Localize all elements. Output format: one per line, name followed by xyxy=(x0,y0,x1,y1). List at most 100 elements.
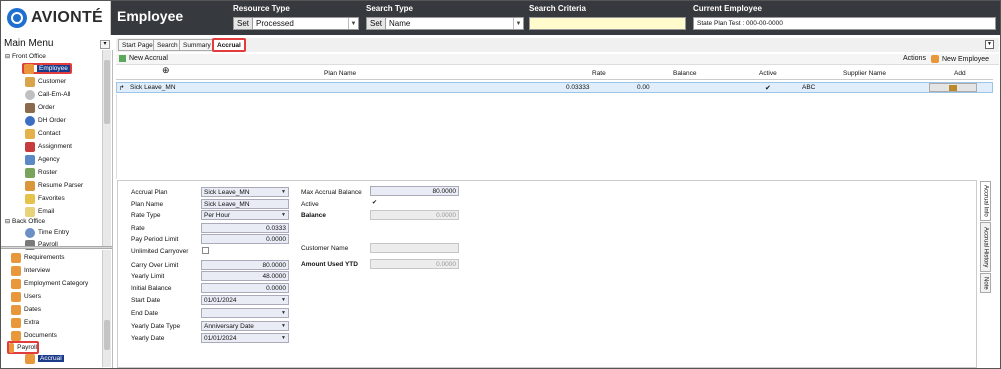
max-accrual-balance-field[interactable]: 80.0000 xyxy=(370,186,459,196)
scrollbar-thumb[interactable] xyxy=(104,320,110,350)
chevron-down-icon[interactable]: ▼ xyxy=(513,18,523,29)
yearly-limit-label: Yearly Limit xyxy=(131,273,165,280)
rate-label: Rate xyxy=(131,225,145,232)
sidebar-item-interview[interactable]: Interview xyxy=(11,265,50,276)
sidebar-item-dates[interactable]: Dates xyxy=(11,304,41,315)
pay-period-limit-field[interactable]: 0.0000 xyxy=(201,234,289,244)
yearly-date-label: Yearly Date xyxy=(131,335,165,342)
scrollbar-thumb[interactable] xyxy=(104,60,110,124)
users-icon xyxy=(11,291,21,302)
documents-icon xyxy=(11,330,21,341)
zoom-icon[interactable]: ⊕ xyxy=(162,65,170,76)
tab-summary[interactable]: Summary xyxy=(179,39,215,51)
toolbar: New Accrual Actions New Employee xyxy=(116,54,999,65)
tab-accrual-history[interactable]: Accrual History xyxy=(980,222,991,272)
col-balance[interactable]: Balance xyxy=(673,70,697,77)
sidebar-item-accrual[interactable]: Accrual xyxy=(25,353,64,364)
tab-search[interactable]: Search xyxy=(153,39,182,51)
col-rate[interactable]: Rate xyxy=(592,70,606,77)
rate-field[interactable]: 0.0333 xyxy=(201,223,289,233)
table-row[interactable]: ↱ Sick Leave_MN 0.03333 0.00 ✔ ABC xyxy=(116,82,993,93)
sidebar-item-label: Accrual xyxy=(38,355,64,362)
chevron-down-icon[interactable]: ▼ xyxy=(348,18,358,29)
sidebar-item-label: Customer xyxy=(38,78,67,85)
cell-balance: 0.00 xyxy=(637,84,650,91)
actions-menu[interactable]: Actions xyxy=(903,55,926,62)
unlimited-carryover-checkbox[interactable] xyxy=(202,247,209,254)
sidebar-item-users[interactable]: Users xyxy=(11,291,41,302)
sidebar-item-label: Roster xyxy=(38,169,58,176)
amount-used-ytd-field: 0.0000 xyxy=(370,259,459,269)
sidebar-group-back-office[interactable]: ⊟ Back Office xyxy=(5,216,45,227)
sidebar-item-label: Email xyxy=(38,208,55,215)
rate-type-value: Per Hour xyxy=(204,211,231,219)
start-date-picker[interactable]: 01/01/2024 xyxy=(201,295,289,305)
sidebar-item-time-entry[interactable]: Time Entry xyxy=(25,227,69,238)
lower-sidebar-scrollbar[interactable] xyxy=(102,250,111,367)
sidebar-item-documents[interactable]: Documents xyxy=(11,330,57,341)
sidebar-splitter[interactable] xyxy=(1,246,112,249)
sidebar-item-agency[interactable]: Agency xyxy=(25,154,60,165)
yearly-limit-field[interactable]: 48.0000 xyxy=(201,271,289,281)
yearly-date-type-select[interactable]: Anniversary Date xyxy=(201,321,289,331)
sidebar-item-label: Documents xyxy=(24,332,57,339)
customer-icon xyxy=(25,76,35,87)
search-type-set-button[interactable]: Set xyxy=(367,18,387,29)
sidebar-item-label: Time Entry xyxy=(38,229,70,236)
sidebar-item-extra[interactable]: Extra xyxy=(11,317,39,328)
yearly-date-picker[interactable]: 01/01/2024 xyxy=(201,333,289,343)
yearly-date-value: 01/01/2024 xyxy=(204,334,237,342)
sidebar-item-resume-parser[interactable]: Resume Parser xyxy=(25,180,83,191)
sidebar-item-employee[interactable]: Employee xyxy=(22,63,72,74)
sidebar-item-dh-order[interactable]: DH Order xyxy=(25,115,66,126)
sidebar-item-requirements[interactable]: Requirements xyxy=(11,252,64,263)
tab-accrual-info[interactable]: Accrual Info xyxy=(980,181,991,221)
sidebar-scrollbar[interactable] xyxy=(102,50,111,246)
sidebar-item-customer[interactable]: Customer xyxy=(25,76,66,87)
sidebar-item-order[interactable]: Order xyxy=(25,102,55,113)
new-employee-button[interactable]: New Employee xyxy=(931,55,989,63)
sidebar-group-front-office[interactable]: ⊟ Front Office xyxy=(5,51,46,62)
resource-type-select[interactable]: Set Processed ▼ xyxy=(233,17,359,30)
initial-balance-field[interactable]: 0.0000 xyxy=(201,283,289,293)
search-type-select[interactable]: Set Name ▼ xyxy=(366,17,524,30)
col-add[interactable]: Add xyxy=(954,70,966,77)
collapse-icon[interactable]: ⊟ xyxy=(5,218,10,225)
col-active[interactable]: Active xyxy=(759,70,777,77)
pin-icon[interactable]: ▾ xyxy=(100,40,110,49)
collapse-icon[interactable]: ⊟ xyxy=(5,53,10,60)
resource-type-set-button[interactable]: Set xyxy=(234,18,254,29)
tab-note[interactable]: Note xyxy=(980,273,991,293)
payroll-icon xyxy=(9,342,15,353)
sidebar-item-employment-category[interactable]: Employment Category xyxy=(11,278,88,289)
tab-menu-icon[interactable]: ▼ xyxy=(985,40,994,49)
end-date-picker[interactable] xyxy=(201,308,289,318)
sidebar-item-roster[interactable]: Roster xyxy=(25,167,57,178)
sidebar-item-favorites[interactable]: Favorites xyxy=(25,193,65,204)
col-supplier-name[interactable]: Supplier Name xyxy=(843,70,886,77)
sidebar-item-contact[interactable]: Contact xyxy=(25,128,60,139)
rate-type-select[interactable]: Per Hour xyxy=(201,210,289,220)
sidebar-item-label: Agency xyxy=(38,156,60,163)
tab-start-page[interactable]: Start Page xyxy=(118,39,157,51)
add-button[interactable] xyxy=(929,83,977,92)
current-employee-field: State Plan Test : 000-00-0000 xyxy=(693,17,996,30)
new-accrual-label: New Accrual xyxy=(129,55,168,62)
accrual-grid: ⊕ Plan Name Rate Balance Active Supplier… xyxy=(116,65,993,179)
active-checkbox[interactable]: ✔ xyxy=(371,200,378,207)
new-employee-icon xyxy=(931,55,939,63)
amount-used-ytd-label: Amount Used YTD xyxy=(301,261,358,268)
assignment-icon xyxy=(25,141,35,152)
sidebar-item-label: Order xyxy=(38,104,55,111)
accrual-plan-select[interactable]: Sick Leave_MN xyxy=(201,187,289,197)
sidebar-item-assignment[interactable]: Assignment xyxy=(25,141,72,152)
sidebar-item-label: Users xyxy=(24,293,41,300)
carry-over-limit-field[interactable]: 80.0000 xyxy=(201,260,289,270)
cell-active-check[interactable]: ✔ xyxy=(765,84,771,92)
new-accrual-button[interactable]: New Accrual xyxy=(119,55,168,62)
search-criteria-input[interactable] xyxy=(529,17,686,30)
plan-name-field[interactable]: Sick Leave_MN xyxy=(201,199,289,209)
sidebar-item-call-em-all[interactable]: Call-Em-All xyxy=(25,89,71,100)
col-plan-name[interactable]: Plan Name xyxy=(324,70,356,77)
tab-accrual[interactable]: Accrual xyxy=(212,38,246,52)
